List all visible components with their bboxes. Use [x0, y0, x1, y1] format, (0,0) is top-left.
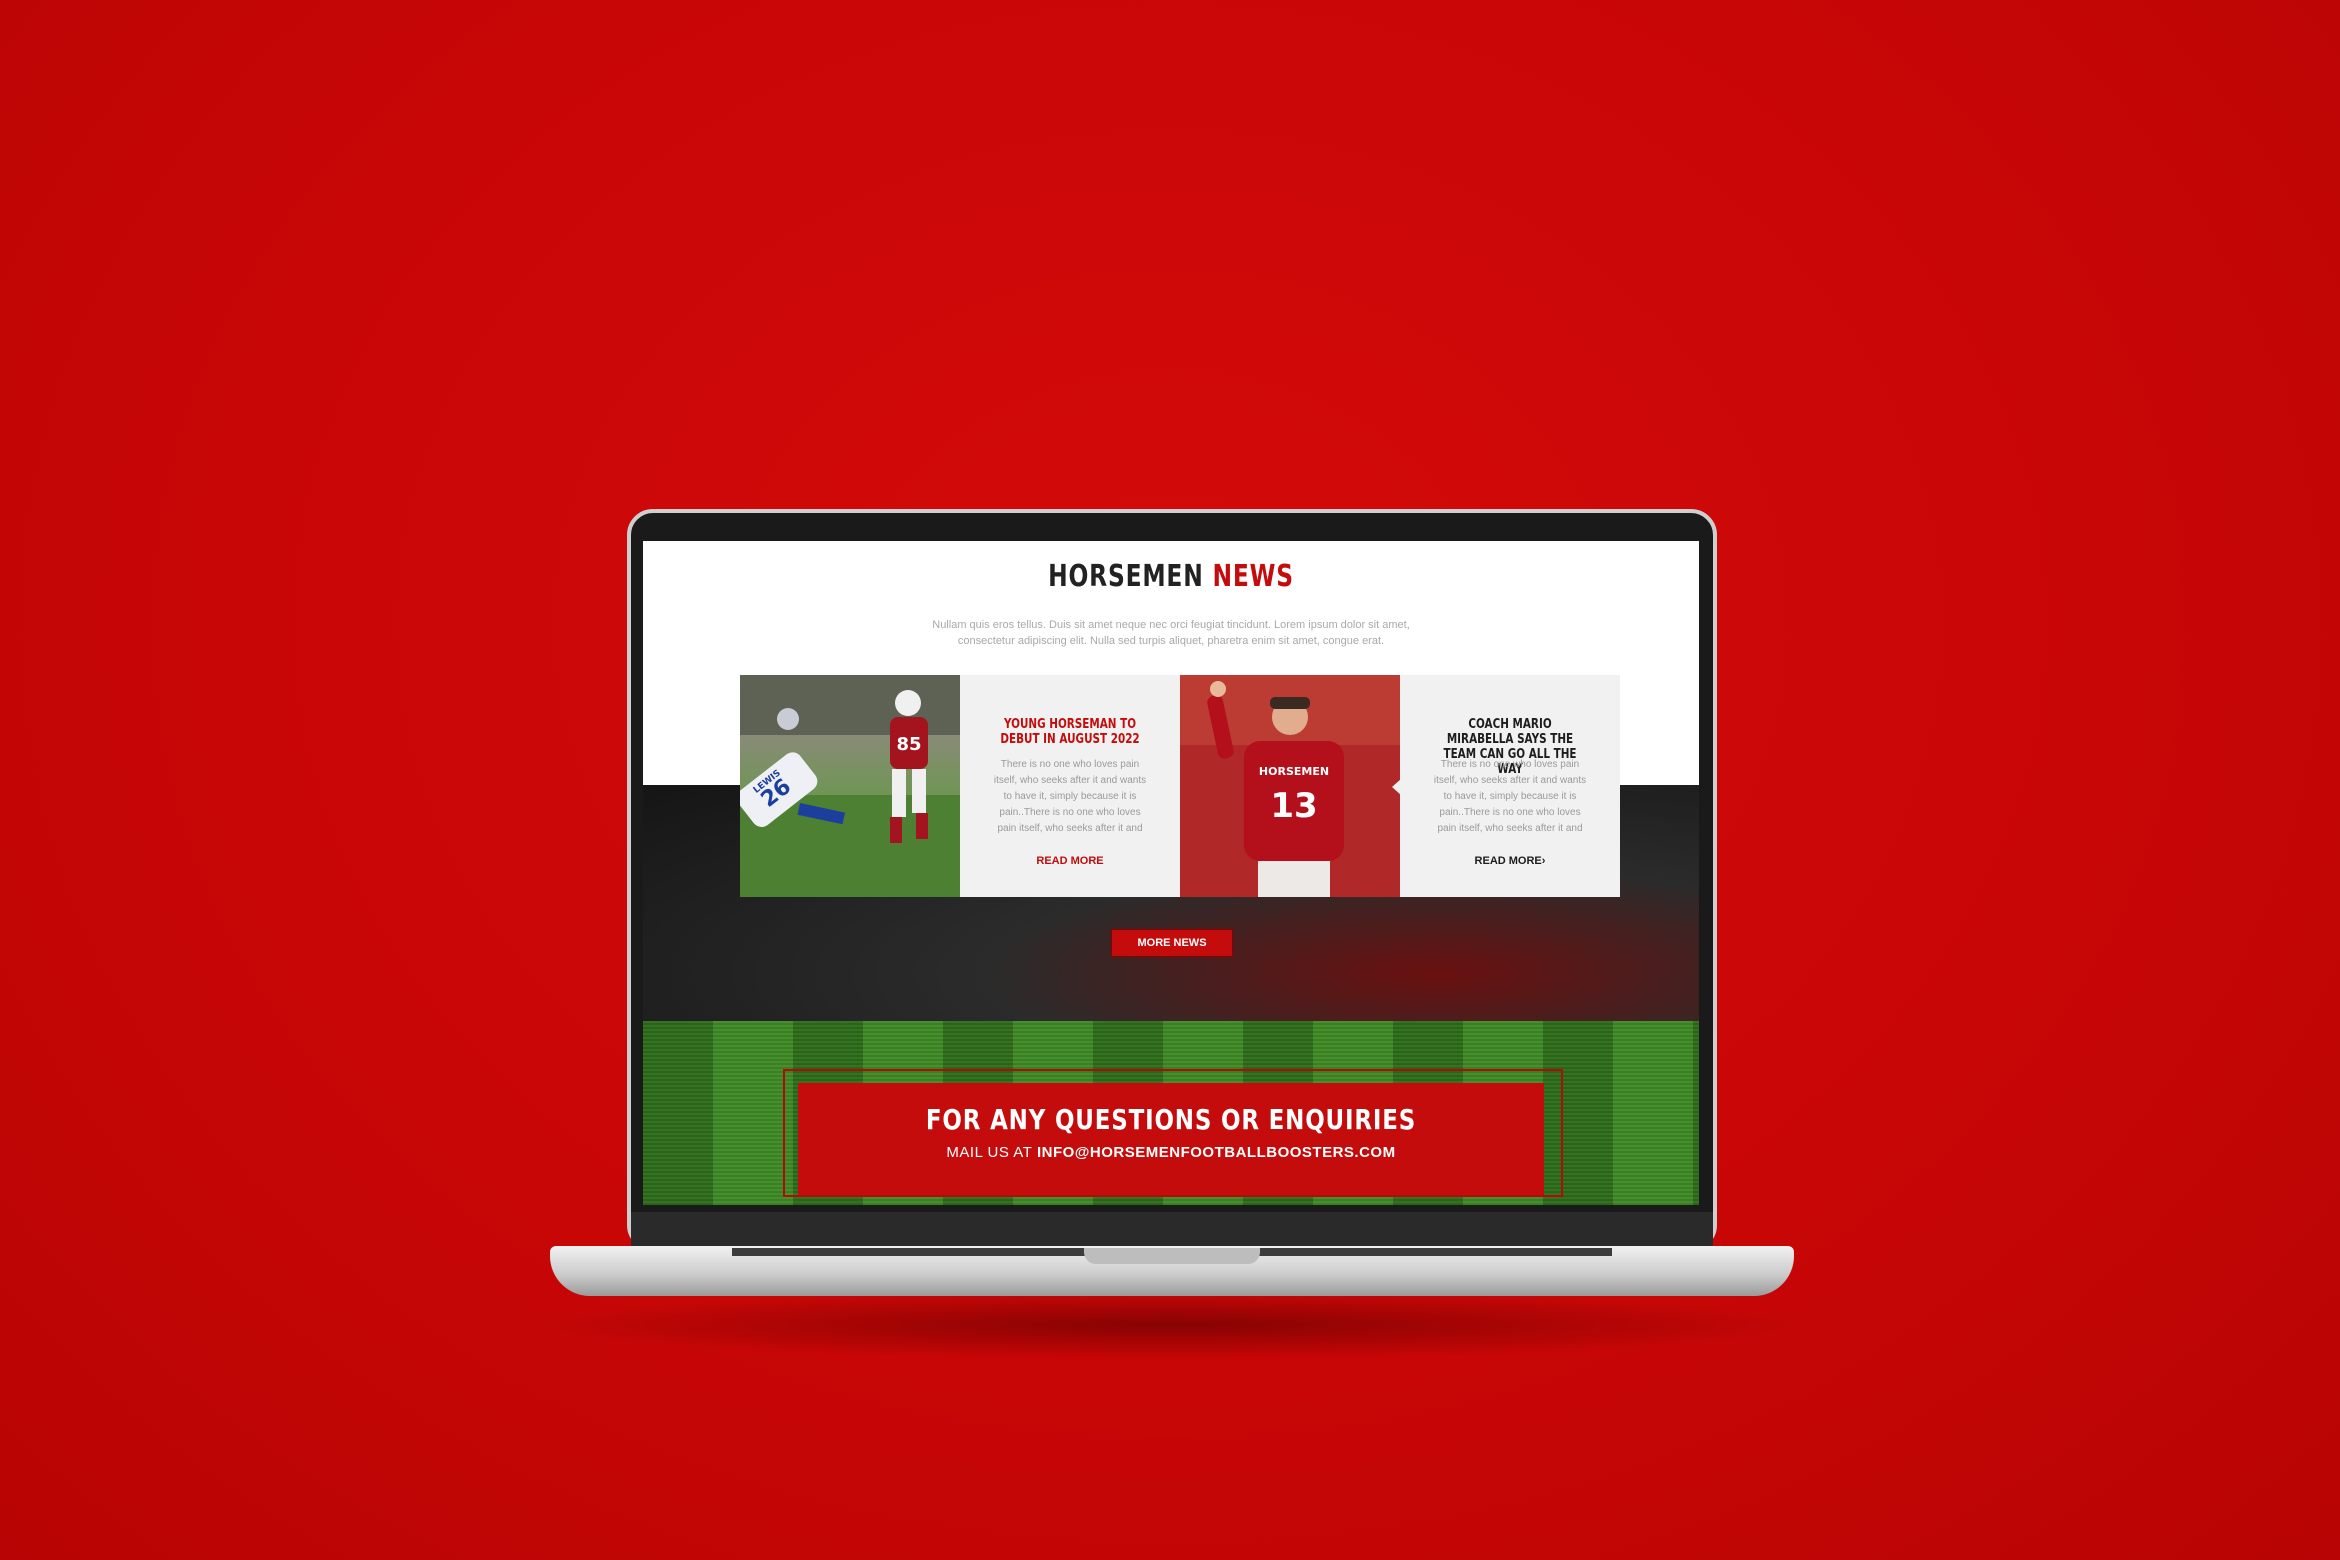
news-card-2[interactable]: HORSEMEN 13 COACH MARIO MIRABELLA SAYS T…	[1180, 675, 1620, 897]
laptop-chin	[631, 1212, 1713, 1250]
news-card-2-photo: HORSEMEN 13	[1180, 675, 1400, 897]
news-card-1-title[interactable]: YOUNG HORSEMAN TO DEBUT IN AUGUST 2022	[998, 717, 1142, 747]
news-heading: HORSEMEN NEWS	[759, 559, 1583, 594]
news-intro-line2: consectetur adipiscing elit. Nulla sed t…	[957, 635, 1385, 647]
red-jersey-number: 85	[896, 734, 921, 755]
news-card-2-read-more-link[interactable]: READ MORE›	[1400, 855, 1620, 867]
jersey-text: HORSEMEN	[1259, 765, 1329, 778]
news-card-1-excerpt: There is no one who loves pain itself, w…	[993, 759, 1147, 834]
enquiry-heading: FOR ANY QUESTIONS OR ENQUIRIES	[925, 1103, 1417, 1136]
news-intro: Nullam quis eros tellus. Duis sit amet n…	[893, 617, 1449, 649]
news-card-2-text: COACH MARIO MIRABELLA SAYS THE TEAM CAN …	[1400, 675, 1620, 897]
jersey-number: 13	[1270, 786, 1317, 826]
more-news-button[interactable]: MORE NEWS	[1111, 929, 1233, 957]
laptop-trackpad-notch	[1084, 1248, 1260, 1264]
news-card-1-photo: 85 26 LEWIS	[740, 675, 960, 897]
mail-label: MAIL US AT	[946, 1144, 1033, 1161]
news-card-1[interactable]: 85 26 LEWIS YOUNG HORSEMAN TO DEBUT IN A…	[740, 675, 1180, 897]
football-action-photo: 85 26 LEWIS	[740, 675, 960, 897]
enquiry-mail-line: MAIL US AT INFO@HORSEMENFOOTBALLBOOSTERS…	[798, 1144, 1544, 1161]
player-celebration-photo: HORSEMEN 13	[1180, 675, 1400, 897]
news-heading-part1: HORSEMEN	[1048, 559, 1204, 594]
enquiry-box: FOR ANY QUESTIONS OR ENQUIRIES MAIL US A…	[798, 1083, 1544, 1195]
email-link[interactable]: INFO@HORSEMENFOOTBALLBOOSTERS.COM	[1037, 1144, 1396, 1161]
news-card-1-text: YOUNG HORSEMAN TO DEBUT IN AUGUST 2022 T…	[960, 675, 1180, 897]
news-heading-part2: NEWS	[1212, 559, 1294, 594]
laptop-screen: HORSEMEN NEWS Nullam quis eros tellus. D…	[643, 541, 1699, 1205]
news-intro-line1: Nullam quis eros tellus. Duis sit amet n…	[932, 619, 1410, 631]
news-card-2-excerpt: There is no one who loves pain itself, w…	[1433, 759, 1587, 834]
laptop-shadow	[520, 1290, 1820, 1360]
news-card-1-read-more-link[interactable]: READ MORE	[960, 855, 1180, 867]
